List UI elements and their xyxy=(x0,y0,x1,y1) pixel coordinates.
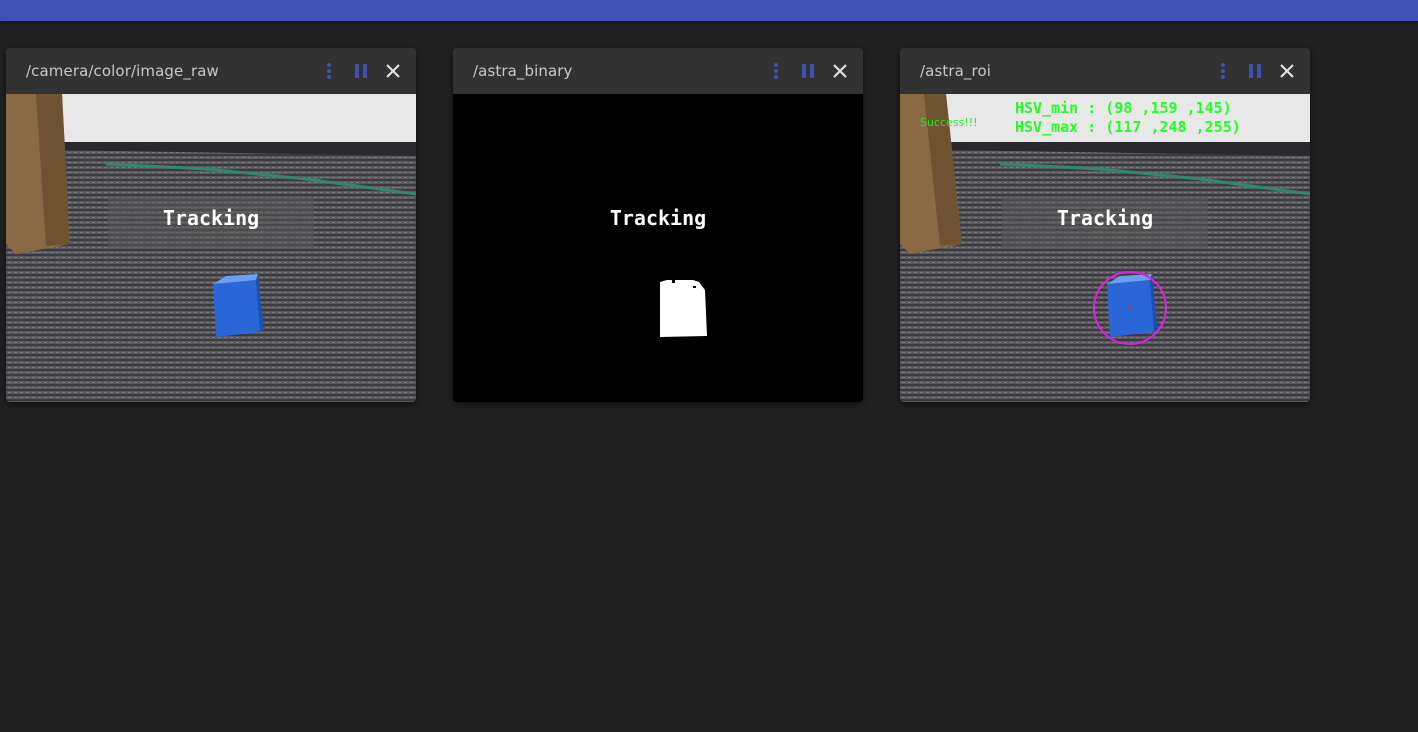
panel-header: /astra_binary xyxy=(453,48,863,94)
binary-mask-image: Tracking xyxy=(453,94,863,402)
hsv-max-readout: HSV_max : (117 ,248 ,255) xyxy=(1015,118,1241,136)
image-panel-astra-roi: /astra_roi Success!!! HSV_min: (98 ,159… xyxy=(900,48,1310,402)
close-icon[interactable] xyxy=(1275,59,1299,83)
hsv-min-readout: HSV_min : (98 ,159 ,145) xyxy=(1015,99,1232,117)
panel-title: /astra_roi xyxy=(920,62,991,80)
close-icon[interactable] xyxy=(381,59,405,83)
close-icon[interactable] xyxy=(828,59,852,83)
tracking-label: Tracking xyxy=(162,206,260,230)
panel-header: /astra_roi xyxy=(900,48,1310,94)
status-text: Success!!! xyxy=(920,116,978,129)
image-panel-camera-raw: /camera/color/image_raw Tracking xyxy=(6,48,416,402)
panel-header: /camera/color/image_raw xyxy=(6,48,416,94)
pause-icon[interactable] xyxy=(1243,59,1267,83)
more-vert-icon[interactable] xyxy=(317,59,341,83)
pause-icon[interactable] xyxy=(796,59,820,83)
panel-title: /camera/color/image_raw xyxy=(26,62,219,80)
pause-icon[interactable] xyxy=(349,59,373,83)
top-app-bar xyxy=(0,0,1418,21)
roi-image: Success!!! HSV_min : (98 ,159 ,145) HSV_… xyxy=(900,94,1310,402)
image-panel-astra-binary: /astra_binary Tracking xyxy=(453,48,863,402)
camera-image: Tracking xyxy=(6,94,416,402)
more-vert-icon[interactable] xyxy=(1211,59,1235,83)
tracking-label: Tracking xyxy=(1056,206,1154,230)
more-vert-icon[interactable] xyxy=(764,59,788,83)
panel-title: /astra_binary xyxy=(473,62,573,80)
tracking-label: Tracking xyxy=(609,206,707,230)
